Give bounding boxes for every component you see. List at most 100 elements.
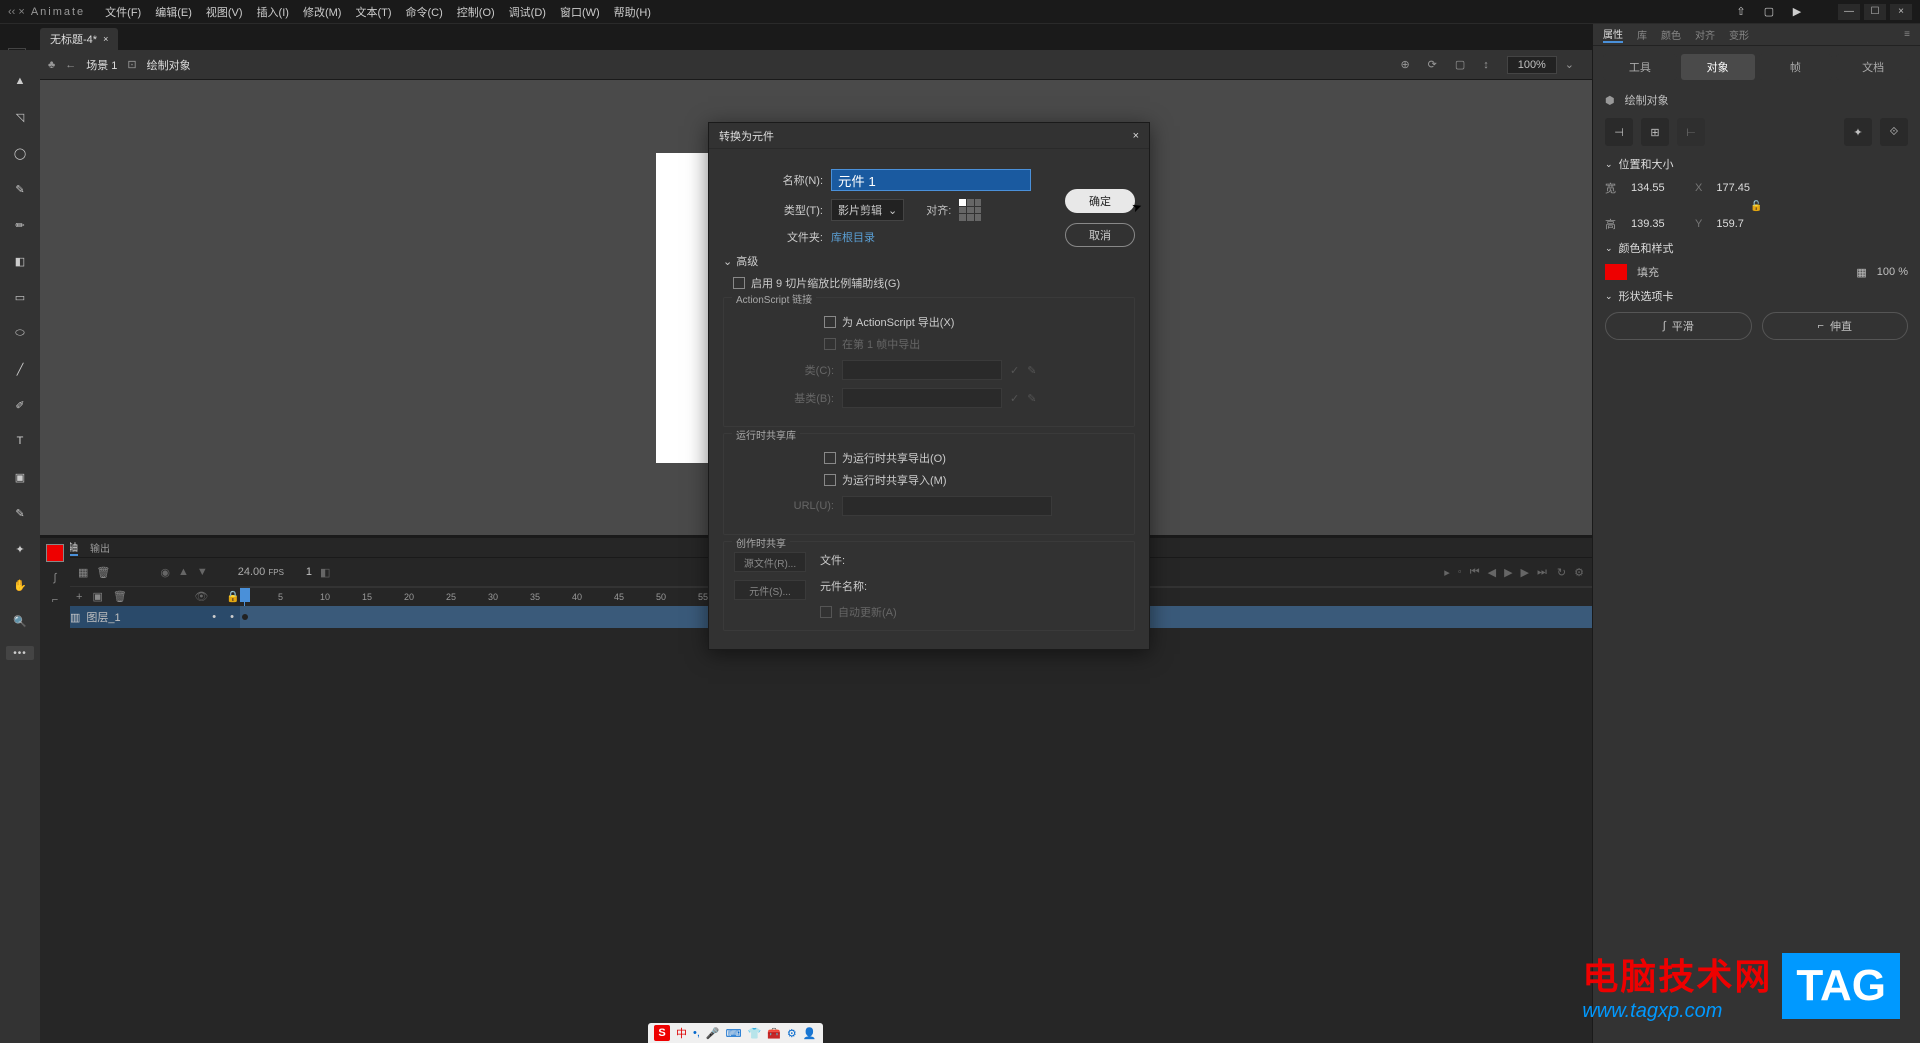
loop-icon[interactable]: ↻ — [1557, 566, 1566, 579]
panel-menu-icon[interactable]: ≡ — [1904, 29, 1910, 40]
subselection-tool-icon[interactable]: ◹ — [9, 106, 31, 128]
selection-tool-icon[interactable]: ▲ — [9, 70, 31, 92]
chevron-down-icon[interactable]: ⌄ — [1605, 291, 1613, 302]
layer-visibility-icon[interactable]: 👁 — [194, 590, 208, 603]
panel-tab-color[interactable]: 颜色 — [1661, 27, 1681, 42]
minimize-button[interactable]: — — [1838, 4, 1860, 20]
menu-text[interactable]: 文本(T) — [355, 4, 391, 20]
oval-tool-icon[interactable]: ⬭ — [9, 322, 31, 344]
maximize-button[interactable]: ☐ — [1864, 4, 1886, 20]
document-tab[interactable]: 无标题-4* × — [40, 28, 118, 50]
width-input[interactable]: 134.55 — [1631, 182, 1681, 194]
panel-tab-transform[interactable]: 变形 — [1729, 27, 1749, 42]
dialog-close-icon[interactable]: × — [1133, 130, 1139, 142]
trash-icon[interactable]: 🗑 — [113, 590, 127, 603]
prop-tab-tool[interactable]: 工具 — [1603, 54, 1677, 80]
ime-voice-icon[interactable]: 🎤 — [706, 1027, 720, 1040]
tl-last-icon[interactable]: ⏭ — [1537, 566, 1547, 579]
layer-name[interactable]: 图层_1 — [86, 609, 120, 625]
share-icon[interactable]: ⇧ — [1734, 5, 1748, 19]
frame-mode-icon[interactable]: ◧ — [320, 566, 330, 579]
straight-mode-icon[interactable]: ⌐ — [52, 594, 58, 606]
menu-debug[interactable]: 调试(D) — [509, 4, 546, 20]
folder-link[interactable]: 库根目录 — [831, 229, 875, 245]
zoom-input[interactable]: 100% — [1507, 56, 1557, 74]
fill-color-swatch[interactable] — [46, 544, 64, 562]
tl-next-icon[interactable]: ▶ — [1521, 566, 1529, 579]
paint-brush-tool-icon[interactable]: ✏ — [9, 214, 31, 236]
height-input[interactable]: 139.35 — [1631, 218, 1681, 230]
ok-button[interactable]: 确定 ➤ — [1065, 189, 1135, 213]
ime-toolbox-icon[interactable]: 🧰 — [767, 1027, 781, 1040]
insert-blank-icon[interactable]: ◦ — [1458, 566, 1462, 578]
layer-dot-icon[interactable]: • — [212, 611, 216, 623]
breadcrumb-object[interactable]: 绘制对象 — [147, 57, 191, 73]
tl-first-icon[interactable]: ⏮ — [1470, 566, 1480, 579]
convert-icon[interactable]: ⟐ — [1880, 118, 1908, 146]
tab-strip-close[interactable]: ‹‹ × — [8, 6, 25, 18]
insert-keyframe-icon[interactable]: ▸ — [1444, 566, 1450, 579]
prop-tab-frame[interactable]: 帧 — [1759, 54, 1833, 80]
tab-close-icon[interactable]: × — [103, 34, 108, 44]
panel-tab-library[interactable]: 库 — [1637, 27, 1647, 42]
registration-grid[interactable] — [959, 199, 981, 221]
clip-stage-icon[interactable]: ▢ — [1455, 58, 1465, 71]
chevron-down-icon[interactable]: ⌄ — [1605, 243, 1613, 254]
tl-play-icon[interactable]: ▶ — [1504, 566, 1512, 579]
break-apart-icon[interactable]: ✦ — [1844, 118, 1872, 146]
ime-settings-icon[interactable]: ⚙ — [787, 1027, 797, 1040]
camera-tool-icon[interactable]: ▣ — [9, 466, 31, 488]
bone-tool-icon[interactable]: ✎ — [9, 502, 31, 524]
type-select[interactable]: 影片剪辑⌄ — [831, 199, 904, 221]
fps-value[interactable]: 24.00 — [238, 566, 266, 578]
export-runtime-checkbox[interactable] — [824, 452, 836, 464]
ime-skin-icon[interactable]: 👕 — [748, 1027, 762, 1040]
menu-insert[interactable]: 插入(I) — [257, 4, 289, 20]
enable-9slice-checkbox[interactable] — [733, 277, 745, 289]
menu-window[interactable]: 窗口(W) — [560, 4, 600, 20]
ime-keyboard-icon[interactable]: ⌨ — [726, 1027, 742, 1040]
y-input[interactable]: 159.7 — [1716, 218, 1766, 230]
import-runtime-checkbox[interactable] — [824, 474, 836, 486]
export-as-checkbox[interactable] — [824, 316, 836, 328]
back-icon[interactable]: ← — [65, 59, 76, 71]
fill-color-swatch[interactable] — [1605, 264, 1627, 280]
panel-tab-align[interactable]: 对齐 — [1695, 27, 1715, 42]
x-input[interactable]: 177.45 — [1716, 182, 1766, 194]
line-tool-icon[interactable]: ╱ — [9, 358, 31, 380]
layer-lock-dot-icon[interactable]: • — [230, 611, 234, 623]
chevron-down-icon[interactable]: ⌄ — [1605, 159, 1613, 170]
tl-prev-icon[interactable]: ◀ — [1488, 566, 1496, 579]
frame-view-icon[interactable]: ▼ — [197, 566, 208, 578]
eraser-tool-icon[interactable]: ◧ — [9, 250, 31, 272]
align-center-icon[interactable]: ⊞ — [1641, 118, 1669, 146]
menu-file[interactable]: 文件(F) — [105, 4, 141, 20]
straighten-button[interactable]: ⌐伸直 — [1762, 312, 1909, 340]
delete-layer-icon[interactable]: 🗑 — [96, 566, 110, 579]
new-folder-icon[interactable]: ▣ — [92, 590, 102, 603]
align-left-icon[interactable]: ⊣ — [1605, 118, 1633, 146]
ime-toolbar[interactable]: S 中 •, 🎤 ⌨ 👕 🧰 ⚙ 👤 — [648, 1023, 823, 1043]
more-tools-icon[interactable]: ••• — [6, 646, 34, 660]
current-frame[interactable]: 1 — [306, 566, 312, 578]
keyframe[interactable] — [242, 614, 248, 620]
scene-nav-icon[interactable]: ♣ — [48, 59, 55, 71]
eyedropper-tool-icon[interactable]: ✐ — [9, 394, 31, 416]
menu-control[interactable]: 控制(O) — [457, 4, 495, 20]
zoom-dropdown-icon[interactable]: ⌄ — [1565, 58, 1574, 71]
panel-tab-properties[interactable]: 属性 — [1603, 26, 1623, 43]
cancel-button[interactable]: 取消 — [1065, 223, 1135, 247]
close-button[interactable]: × — [1890, 4, 1912, 20]
symbol-name-input[interactable] — [831, 169, 1031, 191]
ime-punct-icon[interactable]: •, — [693, 1027, 700, 1039]
center-stage-icon[interactable]: ⊕ — [1400, 58, 1409, 71]
menu-help[interactable]: 帮助(H) — [614, 4, 651, 20]
ime-user-icon[interactable]: 👤 — [803, 1027, 817, 1040]
layer-lock-icon[interactable]: 🔒 — [226, 590, 240, 603]
menu-modify[interactable]: 修改(M) — [303, 4, 342, 20]
pin-tool-icon[interactable]: ✦ — [9, 538, 31, 560]
prop-tab-object[interactable]: 对象 — [1681, 54, 1755, 80]
text-tool-icon[interactable]: T — [9, 430, 31, 452]
fit-icon[interactable]: ↕ — [1483, 59, 1489, 71]
prop-tab-document[interactable]: 文档 — [1836, 54, 1910, 80]
